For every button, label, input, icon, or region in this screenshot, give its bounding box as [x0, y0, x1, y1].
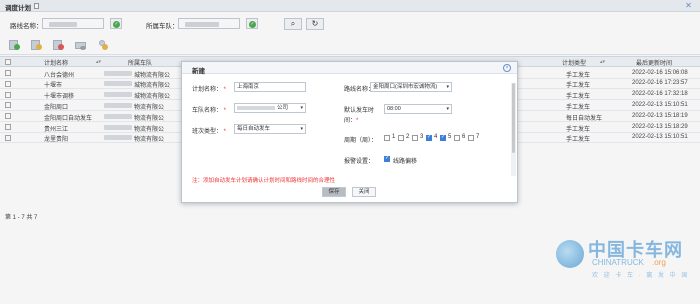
- team-select[interactable]: 公司 ▾: [234, 103, 306, 113]
- cycle-day-label: 4: [434, 134, 438, 140]
- dialog-title: 新建: [192, 68, 205, 75]
- watermark-globe-icon: [556, 240, 584, 268]
- depart-time-select[interactable]: 08:00 ▾: [384, 104, 452, 114]
- watermark-slogan: 欢 迎 卡 车 · 赢 发 中 国: [592, 273, 690, 279]
- cycle-day-label: 5: [448, 134, 452, 140]
- save-button[interactable]: 保存: [322, 187, 346, 197]
- close-button[interactable]: 关闭: [352, 187, 376, 197]
- cycle-day-checkbox[interactable]: [468, 135, 474, 141]
- cycle-day-label: 3: [420, 134, 424, 140]
- cycle-day-checkbox[interactable]: [426, 134, 432, 141]
- cycle-day-checkbox[interactable]: [454, 135, 460, 141]
- watermark-org: .org: [652, 258, 666, 267]
- cycle-day-checkbox[interactable]: [412, 135, 418, 141]
- cycle-day-label: 6: [462, 134, 466, 140]
- watermark-logo: 中国卡车网 CHINATRUCK .org 欢 迎 卡 车 · 赢 发 中 国: [556, 234, 696, 298]
- team-label: 车队名称： *: [192, 108, 227, 114]
- depart-time-label: 默认发车时: [344, 108, 375, 114]
- alarm-label: 报警设置：: [344, 159, 375, 165]
- watermark-en: CHINATRUCK: [592, 258, 644, 267]
- dialog-note: 注：添加自动发车计划请确认计划时间和路线时间的合理性: [192, 178, 336, 184]
- plan-name-input[interactable]: 上海南京: [234, 82, 306, 92]
- cycle-day-label: 7: [476, 134, 480, 140]
- chevron-down-icon: ▾: [300, 105, 303, 111]
- dialog-titlebar: 新建 ×: [182, 62, 517, 75]
- shift-type-select[interactable]: 每日自动发车 ▾: [234, 124, 306, 134]
- cycle-label: 周期（周）：: [344, 138, 378, 144]
- cycle-day-checkbox[interactable]: [398, 135, 404, 141]
- cycle-day-checkbox[interactable]: [384, 135, 390, 141]
- route-deviation-label: 线路偏移: [393, 159, 418, 165]
- cycle-day-label: 1: [392, 134, 396, 140]
- chevron-down-icon: ▾: [446, 84, 449, 90]
- route-select[interactable]: 金阳周口(深圳市宏诚物流) ▾: [370, 82, 452, 92]
- cycle-day-label: 2: [406, 134, 410, 140]
- new-plan-dialog: 新建 × 计划名称： * 上海南京 路线名称： * 金阳周口(深圳市宏诚物流)▾…: [181, 61, 518, 203]
- cycle-day-checkbox[interactable]: [440, 134, 446, 141]
- shift-type-label: 班次类型： *: [192, 129, 227, 135]
- plan-name-label: 计划名称： *: [192, 87, 227, 93]
- dialog-scrollbar[interactable]: [511, 83, 516, 176]
- chevron-down-icon: ▾: [446, 106, 449, 112]
- depart-time-label-line2: 间：*: [344, 118, 359, 124]
- dialog-close-icon[interactable]: ×: [503, 64, 511, 72]
- route-deviation-checkbox[interactable]: [384, 155, 390, 162]
- chevron-down-icon: ▾: [300, 126, 303, 132]
